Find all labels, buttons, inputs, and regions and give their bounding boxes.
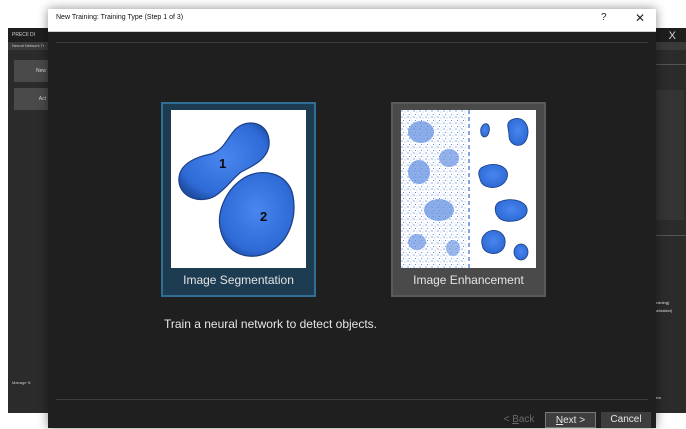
back-prefix: < bbox=[503, 414, 513, 425]
back-rest: ack bbox=[518, 414, 535, 425]
dialog-title: New Training: Training Type (Step 1 of 3… bbox=[56, 14, 184, 21]
dialog-divider-top bbox=[56, 42, 648, 43]
option-label: Image Segmentation bbox=[183, 273, 294, 287]
back-mnemonic: B bbox=[512, 414, 519, 425]
dialog-divider-bottom bbox=[56, 399, 648, 400]
background-panel-block bbox=[656, 90, 684, 220]
help-button[interactable]: ? bbox=[601, 12, 607, 23]
background-panel-text: alidation) bbox=[656, 308, 673, 313]
enhancement-illustration bbox=[401, 110, 536, 268]
option-image-enhancement[interactable]: Image Enhancement bbox=[391, 102, 546, 297]
background-divider bbox=[654, 64, 686, 65]
enhancement-noise-icon bbox=[401, 110, 529, 268]
new-training-dialog: New Training: Training Type (Step 1 of 3… bbox=[48, 9, 656, 428]
segmentation-blobs-icon bbox=[178, 122, 295, 257]
segment-label-2: 2 bbox=[260, 209, 268, 224]
background-new-button[interactable]: New bbox=[14, 60, 48, 82]
background-app-title: PRECII DI bbox=[12, 32, 36, 38]
background-subtitle: Neural Network Tr bbox=[12, 43, 45, 48]
segmentation-illustration: 1 2 bbox=[171, 110, 306, 268]
background-divider bbox=[654, 235, 686, 236]
cancel-button[interactable]: Cancel bbox=[601, 412, 651, 428]
next-rest: ext > bbox=[563, 415, 586, 426]
background-panel-text: raining) bbox=[656, 300, 670, 305]
dialog-titlebar: New Training: Training Type (Step 1 of 3… bbox=[48, 9, 656, 32]
close-icon[interactable]: ✕ bbox=[635, 11, 645, 25]
next-button[interactable]: Next > bbox=[545, 412, 596, 428]
option-description: Train a neural network to detect objects… bbox=[164, 317, 377, 331]
background-panel-footer: ew bbox=[656, 395, 662, 400]
option-label: Image Enhancement bbox=[413, 273, 524, 287]
background-right-panel: raining) alidation) ew bbox=[654, 50, 686, 413]
option-image-segmentation[interactable]: 1 2 Image Segmentation bbox=[161, 102, 316, 297]
back-button[interactable]: < Back bbox=[499, 412, 539, 428]
background-manage-button[interactable]: Manage N bbox=[12, 380, 30, 385]
segment-label-1: 1 bbox=[219, 156, 227, 171]
background-act-button[interactable]: Act bbox=[14, 88, 48, 110]
background-left-panel: New Act Manage N bbox=[8, 50, 52, 413]
